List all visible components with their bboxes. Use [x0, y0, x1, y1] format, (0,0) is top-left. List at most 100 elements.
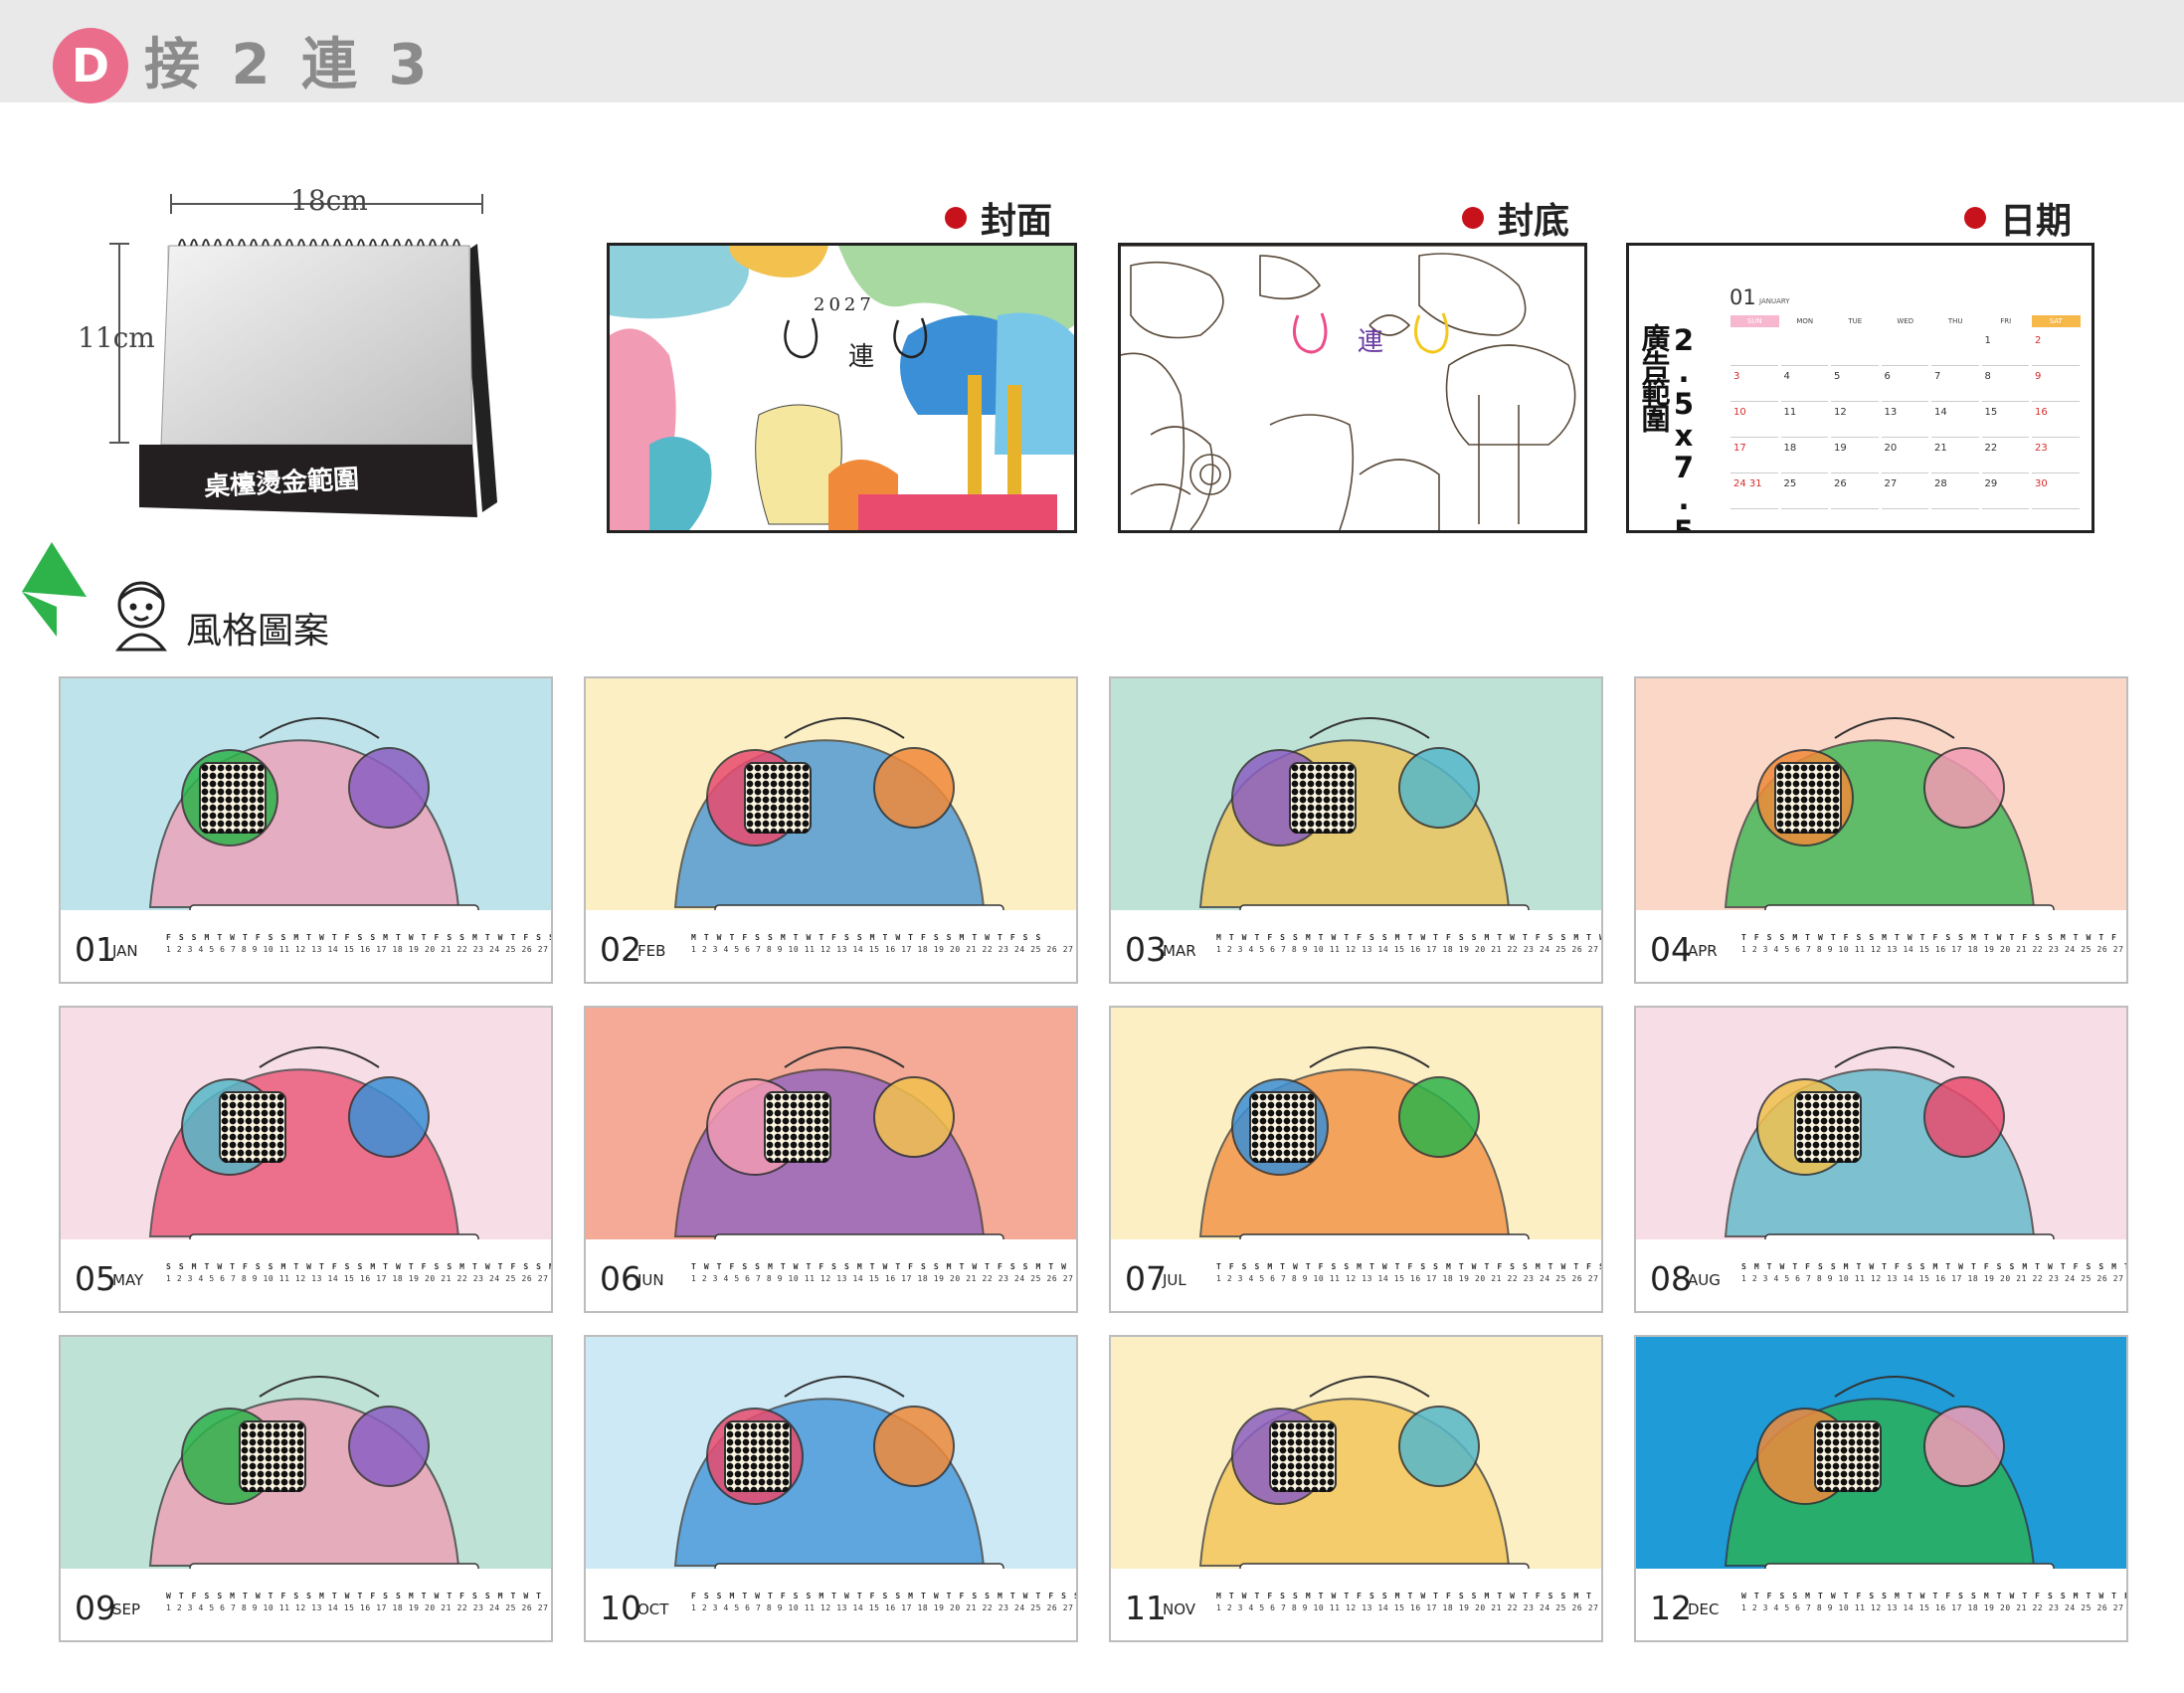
month-illustration — [1198, 717, 1530, 924]
month-card-sep[interactable]: 09 SEP W T F S S M T W T F S S M T W T F S… — [59, 1335, 553, 1642]
dot-grid-pattern — [241, 1422, 304, 1492]
day-numbers-row: 1 2 3 4 5 6 7 8 9 10 11 12 13 14 15 16 1… — [691, 945, 1078, 954]
weekday-row: W T F S S M T W T F S S M T W T F S S M … — [166, 1592, 543, 1600]
weekday-row: T F S S M T W T F S S M T W T F S S M T … — [1741, 933, 2118, 942]
cover-title: 連 — [848, 342, 874, 372]
day-numbers-row: 1 2 3 4 5 6 7 8 9 10 11 12 13 14 15 16 1… — [166, 945, 551, 954]
day-numbers-row: 1 2 3 4 5 6 7 8 9 10 11 12 13 14 15 16 1… — [1216, 1274, 1601, 1283]
weekday-row: T F S S M T W T F S S M T W T F S S M T … — [1216, 1262, 1603, 1271]
dot-grid-pattern — [746, 764, 810, 834]
weekday-row: F S S M T W T F S S M T W T F S S M T W … — [166, 933, 553, 942]
day-numbers-row: 1 2 3 4 5 6 7 8 9 10 11 12 13 14 15 16 1… — [691, 1603, 1076, 1612]
cover-year: 2027 — [814, 294, 875, 315]
weekday-row: F S S M T W T F S S M T W T F S S M T W … — [691, 1592, 1078, 1600]
weekday-header: FRI — [2000, 317, 2012, 325]
month-number: 10 — [600, 1589, 641, 1627]
month-illustration — [673, 1376, 1004, 1583]
weekday-row: S M T W T F S S M T W T F S S M T W T F … — [1741, 1262, 2128, 1271]
calendar-day — [1831, 333, 1879, 366]
month-name: JUL — [1163, 1271, 1186, 1289]
calendar-day: 20 — [1881, 441, 1928, 473]
month-card-jan[interactable]: 01 JAN F S S M T W T F S S M T W T F S S M… — [59, 676, 553, 984]
dot-grid-pattern — [1796, 1093, 1860, 1163]
weekday-header: SAT — [2032, 315, 2081, 327]
month-card-jun[interactable]: 06 JUN T W T F S S M T W T F S S M T W T F… — [584, 1006, 1078, 1313]
month-card-dec[interactable]: 12 DEC W T F S S M T W T F S S M T W T F S… — [1634, 1335, 2128, 1642]
weekday-header: SUN — [1730, 315, 1779, 327]
month-illustration — [148, 1046, 479, 1253]
calendar-day: 22 — [1981, 441, 2029, 473]
calendar-day: 21 — [1931, 441, 1979, 473]
dot-grid-pattern — [726, 1422, 790, 1492]
date-month-number: 01 — [1729, 285, 1756, 309]
calendar-day: 1 — [1981, 333, 2029, 366]
calendar-day: 28 — [1931, 476, 1979, 509]
month-illustration — [148, 1376, 479, 1583]
stand-height-label: 11cm — [78, 321, 155, 354]
red-dot-icon — [1964, 207, 1986, 229]
month-name: FEB — [637, 942, 666, 960]
weekday-row: S S M T W T F S S M T W T F S S M T W T … — [166, 1262, 553, 1271]
month-card-aug[interactable]: 08 AUG S M T W T F S S M T W T F S S M T W… — [1634, 1006, 2128, 1313]
back-preview: 連 — [1118, 243, 1587, 533]
month-number: 04 — [1650, 930, 1692, 969]
calendar-day: 24 31 — [1730, 476, 1778, 509]
cover-preview: 2027 連 — [607, 243, 1077, 533]
day-numbers-row: 1 2 3 4 5 6 7 8 9 10 11 12 13 14 15 16 1… — [1741, 1274, 2126, 1283]
month-number: 08 — [1650, 1259, 1692, 1298]
weekday-header: THU — [1947, 317, 1963, 325]
month-illustration — [1724, 717, 2055, 924]
red-dot-icon — [945, 207, 967, 229]
month-name: JAN — [112, 942, 138, 960]
calendar-day: 27 — [1881, 476, 1928, 509]
style-section-header: 風格圖案 — [12, 537, 390, 657]
day-numbers-row: 1 2 3 4 5 6 7 8 9 10 11 12 13 14 15 16 1… — [166, 1603, 551, 1612]
month-number: 01 — [75, 930, 116, 969]
month-illustration — [1724, 1376, 2055, 1583]
stand-width-label: 18cm — [290, 184, 368, 217]
month-illustration — [1198, 1376, 1530, 1583]
calendar-day: 19 — [1831, 441, 1879, 473]
month-illustration — [673, 717, 1004, 924]
calendar-day: 10 — [1730, 405, 1778, 438]
cover-label: 封面 — [945, 192, 1052, 244]
month-card-apr[interactable]: 04 APR T F S S M T W T F S S M T W T F S S… — [1634, 676, 2128, 984]
back-label: 封底 — [1462, 192, 1569, 244]
date-preview: 2.5x7.5cm廣告範圍 01 JANUARY SUN MON TUE WED THU… — [1626, 243, 2094, 533]
month-name: APR — [1688, 942, 1718, 960]
month-number: 02 — [600, 930, 641, 969]
weekday-row: M T W T F S S M T W T F S S M T W T F S … — [1216, 1592, 1593, 1600]
month-illustration — [1198, 1046, 1530, 1253]
dot-grid-pattern — [221, 1093, 284, 1163]
month-card-jul[interactable]: 07 JUL T F S S M T W T F S S M T W T F S S… — [1109, 1006, 1603, 1313]
month-number: 09 — [75, 1589, 116, 1627]
calendar-day: 11 — [1780, 405, 1828, 438]
calendar-day: 23 — [2032, 441, 2080, 473]
month-card-feb[interactable]: 02 FEB M T W T F S S M T W T F S S M T W T… — [584, 676, 1078, 984]
weekday-row: M T W T F S S M T W T F S S M T W T F S … — [691, 933, 1042, 942]
day-numbers-row: 1 2 3 4 5 6 7 8 9 10 11 12 13 14 15 16 1… — [1741, 1603, 2126, 1612]
girl-face-icon — [114, 581, 168, 652]
weekday-row: M T W T F S S M T W T F S S M T W T F S … — [1216, 933, 1603, 942]
month-card-oct[interactable]: 10 OCT F S S M T W T F S S M T W T F S S M… — [584, 1335, 1078, 1642]
calendar-day: 29 — [1981, 476, 2029, 509]
calendar-day: 5 — [1831, 369, 1879, 402]
calendar-day: 7 — [1931, 369, 1979, 402]
month-name: JUN — [637, 1271, 664, 1289]
month-illustration — [148, 717, 479, 924]
section-badge: D — [53, 28, 128, 103]
weekday-row: W T F S S M T W T F S S M T W T F S S M … — [1741, 1592, 2128, 1600]
dot-grid-pattern — [1271, 1422, 1335, 1492]
calendar-day — [1780, 333, 1828, 366]
month-card-may[interactable]: 05 MAY S S M T W T F S S M T W T F S S M T… — [59, 1006, 553, 1313]
calendar-day: 30 — [2032, 476, 2080, 509]
month-card-mar[interactable]: 03 MAR M T W T F S S M T W T F S S M T W T… — [1109, 676, 1603, 984]
calendar-day: 16 — [2032, 405, 2080, 438]
month-card-nov[interactable]: 11 NOV M T W T F S S M T W T F S S M T W T… — [1109, 1335, 1603, 1642]
calendar-day: 18 — [1780, 441, 1828, 473]
desk-stand-illustration: 18cm 11cm 桌檯燙金範圍 — [78, 184, 517, 522]
month-number: 05 — [75, 1259, 116, 1298]
month-number: 03 — [1125, 930, 1167, 969]
back-artwork: 連 — [1121, 246, 1584, 530]
month-name: MAR — [1163, 942, 1196, 960]
